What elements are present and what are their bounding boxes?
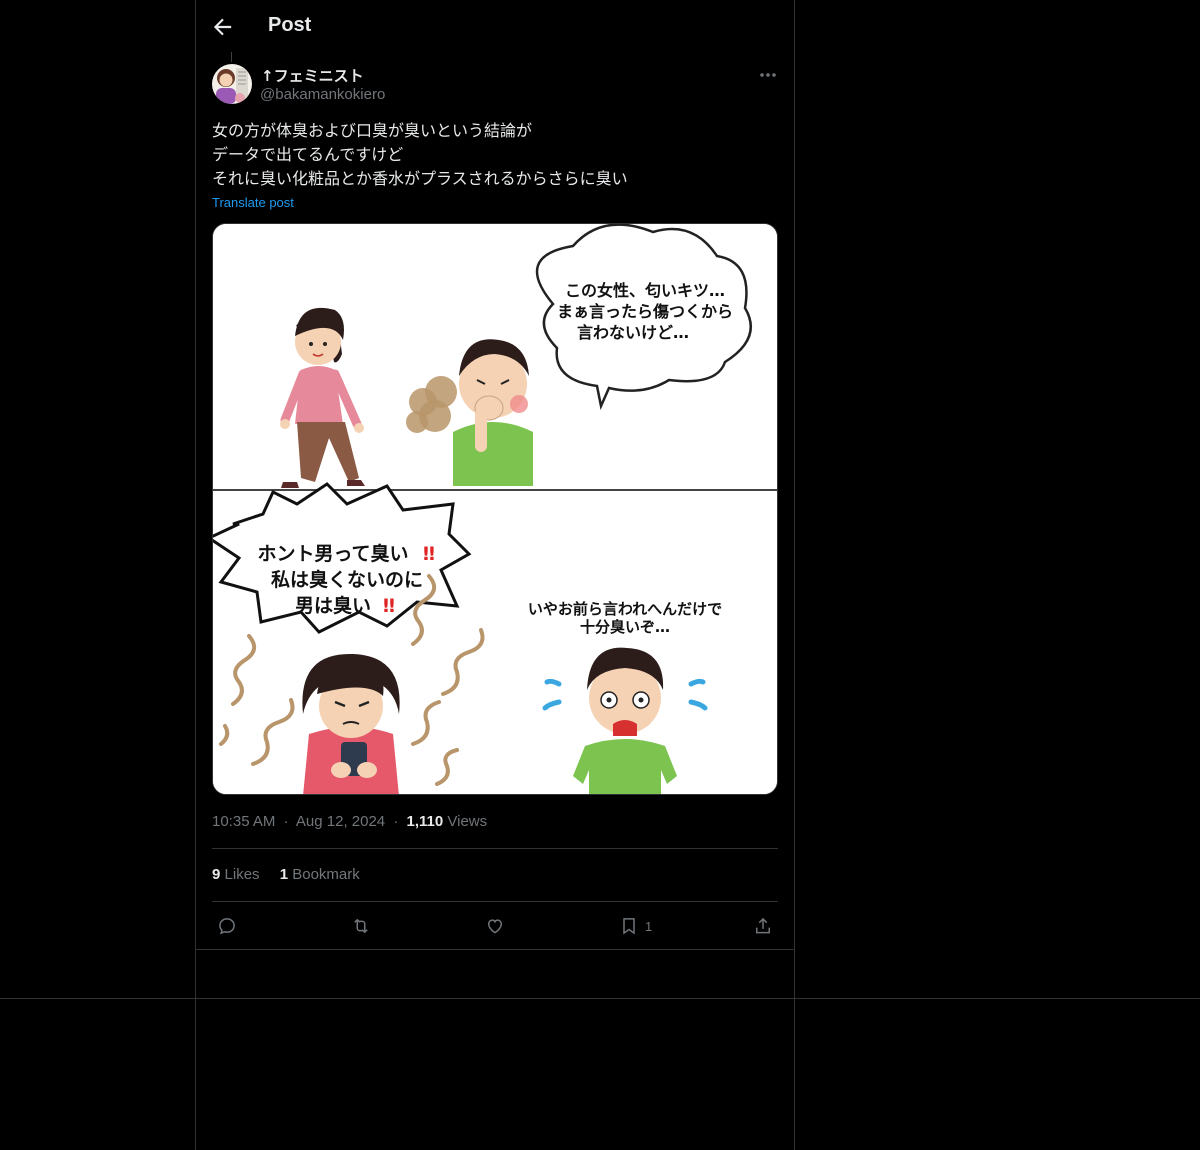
meta-separator: · xyxy=(393,813,399,830)
bookmarks-stat[interactable]: 1 Bookmark xyxy=(280,866,360,883)
tweet-text: 女の方が体臭および口臭が臭いという結論が データで出てるんですけど それに臭い化… xyxy=(212,119,782,191)
like-button[interactable] xyxy=(485,912,505,940)
repost-icon xyxy=(354,918,368,934)
bookmark-button[interactable]: 1 xyxy=(619,912,652,940)
likes-label: Likes xyxy=(224,866,260,883)
user-avatar xyxy=(212,64,252,104)
tweet-image[interactable]: この女性、匂いキツ… まぁ言ったら傷つくから 言わないけど… ホント男って臭い … xyxy=(212,223,778,795)
avatar[interactable] xyxy=(212,64,252,104)
bookmarks-count: 1 xyxy=(279,866,289,883)
author-handle[interactable]: @bakamankokiero xyxy=(260,86,385,103)
column-border-left xyxy=(195,0,196,1150)
reply-icon xyxy=(219,918,235,935)
heart-icon xyxy=(487,919,503,934)
exclamation-mark: ‼ xyxy=(383,595,395,617)
views-count: 1,110 xyxy=(406,813,444,830)
reply-text: 十分臭いぞ… xyxy=(580,618,670,636)
divider xyxy=(212,901,778,902)
post-date[interactable]: Aug 12, 2024 xyxy=(296,813,385,830)
divider xyxy=(0,998,1200,999)
translate-post-link[interactable]: Translate post xyxy=(212,195,294,210)
post-meta: 10:35 AM · Aug 12, 2024 · 1,110 Views xyxy=(212,813,487,830)
bubble-text: まぁ言ったら傷つくから xyxy=(557,302,733,321)
reply-text: いやお前ら言われへんだけで xyxy=(528,600,722,618)
arrow-left-icon xyxy=(213,18,232,36)
bubble-text: 男は臭い xyxy=(295,594,371,617)
bookmark-count: 1 xyxy=(645,918,653,934)
comic-illustration: この女性、匂いキツ… まぁ言ったら傷つくから 言わないけど… ホント男って臭い … xyxy=(213,224,777,794)
likes-count: 9 xyxy=(212,866,221,883)
exclamation-mark: ‼ xyxy=(423,543,435,565)
bubble-text: この女性、匂いキツ… xyxy=(565,281,725,300)
more-icon xyxy=(760,73,776,77)
reply-button[interactable] xyxy=(217,912,237,940)
back-button[interactable] xyxy=(210,14,236,40)
share-button[interactable] xyxy=(753,912,773,940)
column-border-right xyxy=(794,0,795,1150)
meta-separator: · xyxy=(283,813,289,830)
bookmarks-label: Bookmark xyxy=(292,866,360,883)
post-stats: 9 Likes 1 Bookmark xyxy=(212,866,360,883)
bubble-text: ホント男って臭い xyxy=(257,542,408,565)
author-display-name[interactable]: ↑フェミニスト xyxy=(261,65,364,86)
bubble-text: 私は臭くないのに xyxy=(271,568,423,591)
bookmark-icon xyxy=(623,918,635,935)
likes-stat[interactable]: 9 Likes xyxy=(212,866,264,883)
tweet-text-line: データで出てるんですけど xyxy=(212,145,404,164)
tweet-text-line: 女の方が体臭および口臭が臭いという結論が xyxy=(212,121,533,140)
more-options-button[interactable] xyxy=(756,66,780,84)
tweet-text-line: それに臭い化粧品とか香水がプラスされるからさらに臭い xyxy=(212,169,628,188)
divider xyxy=(196,949,794,950)
post-time[interactable]: 10:35 AM xyxy=(212,813,275,830)
views-label: Views xyxy=(447,813,488,830)
bubble-text: 言わないけど… xyxy=(577,323,689,342)
thread-line xyxy=(231,52,232,62)
divider xyxy=(212,848,778,849)
repost-button[interactable] xyxy=(351,912,371,940)
page-title: Post xyxy=(268,14,312,36)
share-icon xyxy=(756,917,770,934)
